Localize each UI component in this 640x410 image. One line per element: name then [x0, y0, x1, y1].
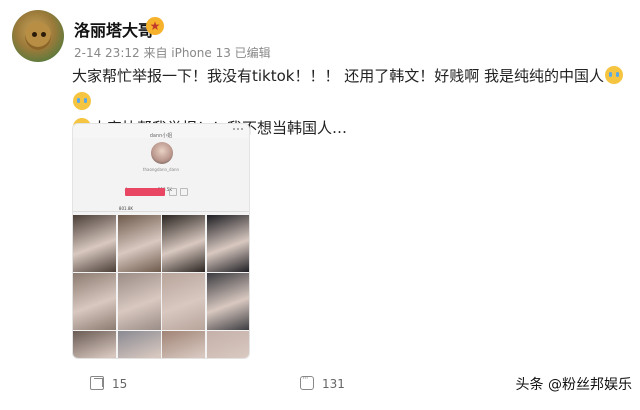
share-button[interactable]: 15 [90, 376, 127, 391]
video-thumbnail [206, 273, 249, 330]
video-thumbnail [117, 215, 161, 272]
video-thumbnail [73, 331, 116, 358]
avatar-face [25, 22, 51, 50]
screenshot-instagram-icon [169, 188, 177, 196]
attached-screenshot-image[interactable]: dann小姐 thaongdann_dann 4 218.5K 801.8K [72, 123, 250, 359]
video-thumbnail [206, 215, 249, 272]
crying-emoji-icon [73, 92, 91, 110]
comment-count: 131 [322, 377, 345, 391]
video-thumbnail [117, 273, 161, 330]
video-thumbnail [73, 215, 116, 272]
screenshot-follow-button [125, 188, 165, 196]
screenshot-tabs [73, 204, 249, 212]
comment-icon [300, 374, 314, 390]
post-meta: 2-14 23:12 来自 iPhone 13 已编辑 [74, 46, 271, 60]
post-text-line1: 大家帮忙举报一下！我没有tiktok！！！ 还用了韩文！好贱啊 我是纯纯的中国人 [72, 67, 605, 85]
screenshot-stats: 4 218.5K 801.8K [109, 176, 215, 211]
comment-button[interactable]: 131 [300, 374, 345, 391]
screenshot-profile-avatar [151, 142, 173, 164]
crying-emoji-icon [605, 66, 624, 84]
screenshot-handle: thaongdann_dann [142, 167, 180, 172]
video-thumbnail [117, 331, 161, 358]
video-thumbnail [162, 215, 205, 272]
gold-star-badge-icon: ★ [146, 17, 164, 35]
screenshot-profile-name: dann小姐 [149, 133, 173, 139]
post-username[interactable]: 洛丽塔大哥 [74, 17, 154, 41]
weibo-post: 洛丽塔大哥 ★ 2-14 23:12 来自 iPhone 13 已编辑 大家帮忙… [0, 0, 640, 410]
video-thumbnail [162, 273, 205, 330]
watermark: 头条 @粉丝邦娱乐 [515, 377, 632, 393]
video-thumbnail [162, 331, 205, 358]
user-avatar[interactable] [12, 10, 64, 62]
share-count: 15 [112, 377, 128, 391]
share-icon [90, 376, 104, 390]
screenshot-dropdown-icon [180, 188, 188, 196]
video-thumbnail [73, 273, 116, 330]
video-thumbnail [206, 331, 249, 358]
